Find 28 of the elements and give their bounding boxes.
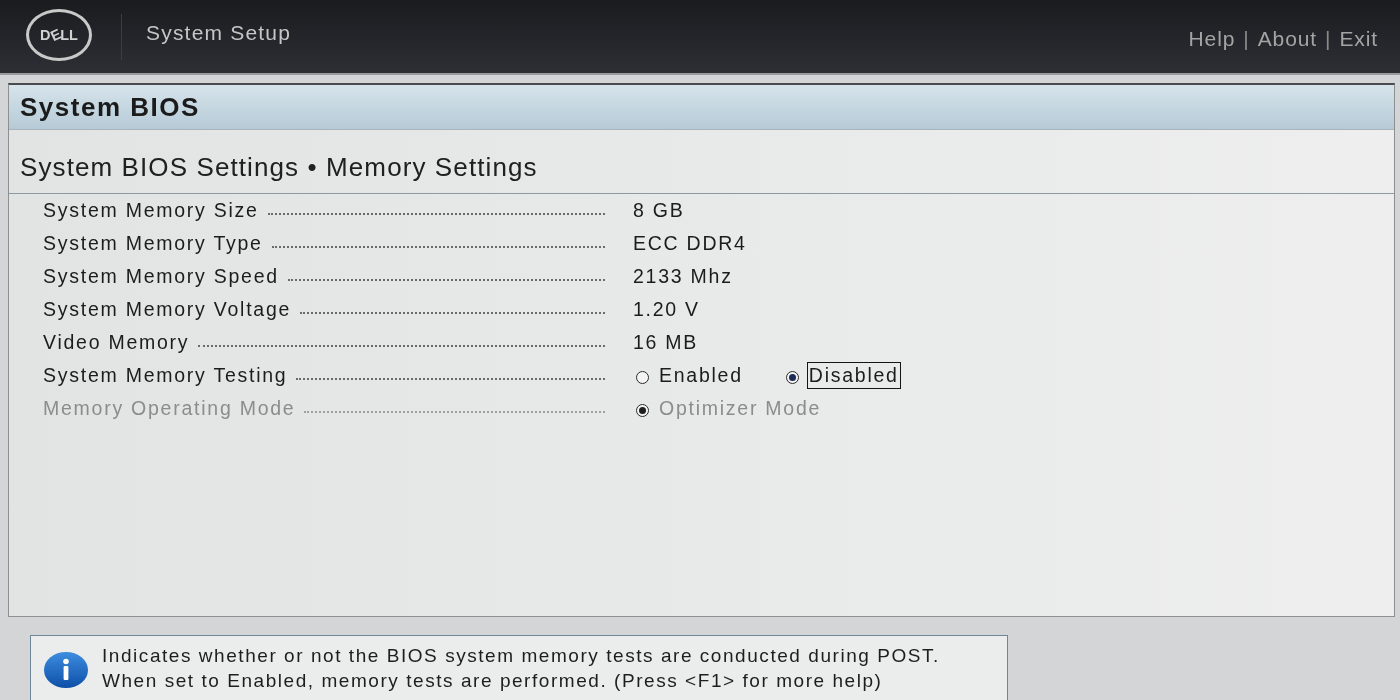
- panel-title: System BIOS: [9, 85, 1394, 130]
- info-icon: [44, 652, 88, 688]
- setting-value: 16 MB: [633, 331, 699, 354]
- setting-label: System Memory Speed: [43, 265, 279, 288]
- header-link[interactable]: Help: [1188, 26, 1236, 51]
- setting-label: Video Memory: [43, 331, 190, 354]
- link-separator: |: [1243, 26, 1250, 51]
- setting-value: ECC DDR4: [633, 232, 747, 255]
- setting-value: 8 GB: [633, 199, 685, 222]
- setting-label: System Memory Type: [43, 232, 263, 255]
- setting-label: System Memory Size: [43, 199, 259, 222]
- header-link[interactable]: Exit: [1339, 26, 1378, 51]
- app-title: System Setup: [146, 20, 292, 45]
- link-separator: |: [1325, 26, 1332, 51]
- setting-label: System Memory Voltage: [43, 298, 292, 321]
- page-heading: System BIOS Settings • Memory Settings: [9, 130, 1394, 194]
- radio-button[interactable]: [636, 370, 649, 384]
- brand-logo: DELL: [26, 8, 92, 61]
- setting-label: System Memory Testing: [43, 364, 288, 387]
- setting-label: Memory Operating Mode: [43, 397, 296, 420]
- setting-value: 2133 Mhz: [633, 265, 733, 288]
- option-label[interactable]: Enabled: [657, 362, 745, 389]
- radio-button[interactable]: [785, 370, 799, 384]
- option-label[interactable]: Disabled: [806, 362, 901, 389]
- option-label: Optimizer Mode: [658, 396, 823, 421]
- header-link[interactable]: About: [1257, 26, 1318, 51]
- setting-value: 1.20 V: [633, 298, 700, 321]
- help-text: Indicates whether or not the BIOS system memory tests are conducted during POST. When set to Enabled, memory tests are performed. (Press <F1> for more help): [102, 644, 940, 693]
